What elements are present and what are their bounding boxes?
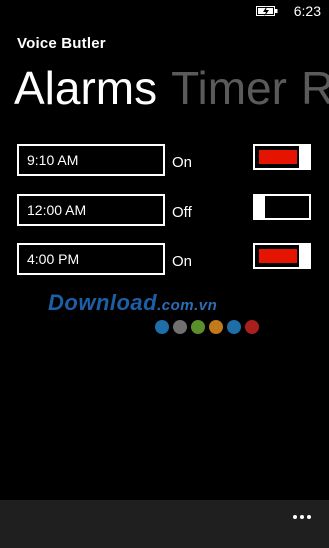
watermark-suffix: .com.vn (157, 297, 218, 314)
alarm-status-label: On (172, 154, 193, 171)
status-time: 6:23 (293, 3, 321, 19)
watermark-dot (191, 320, 205, 334)
toggle-thumb[interactable] (299, 243, 311, 269)
watermark-text: Download (48, 290, 158, 315)
ellipsis-icon[interactable] (293, 506, 317, 522)
watermark-dot (209, 320, 223, 334)
alarm-status-label: On (172, 253, 193, 270)
pivot-headers: Alarms Timer R (14, 58, 329, 118)
pivot-tab-next[interactable]: R (301, 58, 329, 118)
watermark-dots (155, 320, 263, 339)
alarm-row: 9:10 AM On (17, 144, 317, 178)
toggle-thumb[interactable] (299, 144, 311, 170)
watermark-dot (155, 320, 169, 334)
alarm-toggle-switch[interactable] (253, 243, 311, 269)
battery-charging-icon (256, 6, 278, 17)
alarm-row: 4:00 PM On (17, 243, 317, 277)
alarm-row: 12:00 AM Off (17, 194, 317, 228)
alarm-toggle-switch[interactable] (253, 194, 311, 220)
app-bar (0, 500, 329, 548)
toggle-fill (259, 150, 297, 164)
toggle-thumb[interactable] (253, 194, 265, 220)
watermark-dot (245, 320, 259, 334)
alarm-time-field[interactable]: 4:00 PM (17, 243, 165, 275)
pivot-tab-timer[interactable]: Timer (171, 58, 287, 118)
watermark-dot (227, 320, 241, 334)
alarm-time-field[interactable]: 12:00 AM (17, 194, 165, 226)
pivot-tab-alarms[interactable]: Alarms (14, 58, 157, 118)
alarm-status-label: Off (172, 204, 192, 221)
watermark-dot (173, 320, 187, 334)
toggle-fill (259, 249, 297, 263)
watermark: Download.com.vn (48, 290, 217, 316)
status-bar: 6:23 (0, 0, 329, 24)
app-title: Voice Butler (17, 35, 106, 52)
alarm-toggle-switch[interactable] (253, 144, 311, 170)
alarm-time-field[interactable]: 9:10 AM (17, 144, 165, 176)
